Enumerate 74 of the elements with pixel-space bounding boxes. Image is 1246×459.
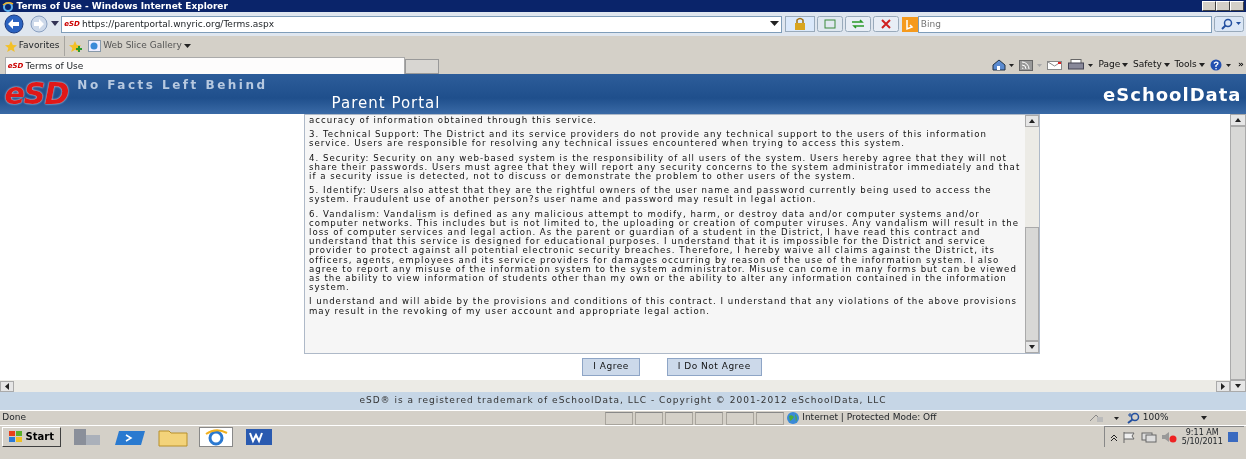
status-pane bbox=[665, 411, 693, 425]
scroll-up-icon[interactable] bbox=[1230, 114, 1246, 126]
search-icon[interactable] bbox=[1213, 16, 1244, 32]
dropdown-caret-icon[interactable] bbox=[770, 21, 779, 27]
clock[interactable]: 9:11 AM 5/10/2011 bbox=[1181, 428, 1223, 446]
command-menu[interactable]: Safety bbox=[1132, 58, 1170, 72]
status-pane bbox=[695, 411, 724, 425]
star-icon bbox=[4, 40, 17, 52]
window-title: Terms of Use - Windows Internet Explorer bbox=[16, 0, 228, 12]
status-pane bbox=[725, 411, 754, 425]
show-desktop-icon[interactable] bbox=[1227, 430, 1240, 444]
restore-button[interactable] bbox=[1215, 1, 1230, 11]
add-favorite-icon[interactable] bbox=[69, 40, 84, 52]
home-icon[interactable] bbox=[992, 59, 1015, 71]
terms-paragraph: 6. Vandalism: Vandalism is defined as any malicious attempt to modify, harm, or destroy data and/or computer systems and/or computer networks. This includes but is not limited to, the uploading or creation of computer viruses. Any vandalism will result in the loss of computer services and legal action. As the parent or guardian of a student in the District, I have read this contract and understand that this service is designed for educational purposes. I understand that it is impossible for the District and service provider to protect against all potential electronic security breaches. Therefore, I hereby waive all claims against the District, its officers, agents, employees and its service providers for damages occurring by reason of the use of the information system. I also agree to report any misuse of the information system to the system administrator. Misuse can come in many forms but can be viewed as the ability to view information of students other than my own or the ability to alter any information contained in the information system. bbox=[309, 209, 1020, 293]
scroll-right-icon[interactable] bbox=[1216, 380, 1230, 392]
dropdown-caret-icon[interactable] bbox=[50, 21, 59, 27]
favorites-button[interactable]: Favorites bbox=[4, 39, 60, 53]
scroll-down-icon[interactable] bbox=[1025, 341, 1039, 353]
scroll-down-icon[interactable] bbox=[1230, 380, 1246, 392]
site-logo: eSD bbox=[4, 77, 69, 111]
terms-paragraph: 4. Security: Security on any web-based system is the responsibility of all users of the system. Users hereby agree that they will not share their passwords. Users must agree that they will report any security concerns to the system administrator immediately and that if a security issue is detected, not to discuss or demonstrate the problem to other users of the system. bbox=[309, 153, 1021, 182]
terms-paragraph: 5. Identify: Users also attest that they are the rightful owners of the user name and password currently being used to access the system. Fraudulent use of another person?s user name and password may result in legal action. bbox=[309, 186, 993, 205]
start-button[interactable]: Start bbox=[2, 426, 61, 447]
command-menu[interactable]: Tools bbox=[1174, 58, 1205, 72]
caret-icon bbox=[1164, 63, 1170, 67]
zoom-control[interactable]: 100% bbox=[1126, 411, 1207, 425]
status-pane bbox=[755, 411, 784, 425]
feed-icon[interactable] bbox=[1018, 59, 1043, 71]
terms-paragraph: accuracy of information obtained through this service. bbox=[309, 116, 598, 126]
status-pane bbox=[634, 411, 663, 425]
browser-logo-icon[interactable] bbox=[198, 426, 233, 447]
web-page-icon bbox=[87, 40, 101, 52]
flag-icon[interactable] bbox=[1122, 431, 1137, 443]
status-pane bbox=[604, 411, 633, 425]
back-button[interactable] bbox=[2, 14, 27, 34]
close-button[interactable] bbox=[1229, 1, 1244, 11]
bing-logo-icon bbox=[901, 16, 918, 32]
caret-icon bbox=[184, 44, 191, 48]
scroll-up-icon[interactable] bbox=[1025, 115, 1039, 127]
caret-icon bbox=[1200, 416, 1207, 420]
terms-scrollbar[interactable] bbox=[1025, 115, 1039, 353]
minimize-button[interactable] bbox=[1201, 1, 1216, 11]
agree-button[interactable]: I Agree bbox=[582, 358, 640, 376]
scroll-thumb[interactable] bbox=[1025, 227, 1039, 341]
command-menu[interactable]: Page bbox=[1098, 58, 1129, 72]
zoom-icon bbox=[1126, 412, 1141, 424]
terms-paragraph: 3. Technical Support: The District and its service providers do not provide any technical support to the users of this information service. Users are responsible for resolving any technical issues encountered when trying to access this system. bbox=[309, 130, 988, 149]
globe-icon bbox=[786, 411, 800, 425]
chevron-up-icon[interactable] bbox=[1109, 433, 1118, 441]
status-text: Done bbox=[2, 411, 27, 425]
web-slice-gallery-link[interactable]: Web Slice Gallery bbox=[87, 39, 191, 53]
overflow-chevron[interactable]: » bbox=[1237, 58, 1244, 72]
scroll-left-icon[interactable] bbox=[0, 380, 14, 392]
help-icon[interactable] bbox=[1209, 59, 1234, 71]
search-field[interactable]: Bing bbox=[917, 15, 1212, 33]
stop-icon[interactable] bbox=[873, 16, 900, 32]
terms-paragraph: I understand and will abide by the provisions and conditions of this contract. I understand that any violations of the above provisions may result in the revoking of my user account and appropriate legal action. bbox=[309, 297, 1018, 316]
mail-icon[interactable] bbox=[1047, 59, 1064, 71]
caret-icon bbox=[1198, 63, 1205, 67]
browser-logo-icon bbox=[2, 0, 15, 12]
security-zone[interactable]: Internet | Protected Mode: Off bbox=[786, 411, 1086, 425]
tagline: No Facts Left Behind bbox=[77, 77, 268, 95]
padlock-icon bbox=[784, 16, 815, 32]
portal-title: Parent Portal bbox=[331, 92, 441, 114]
copyright-text: eSD® is a registered trademark of eSchoolData, LLC - Copyright © 2001-2012 eSchoolData, LLC bbox=[359, 394, 887, 408]
printer-icon[interactable] bbox=[1067, 59, 1094, 71]
brand-name: eSchoolData bbox=[1103, 82, 1242, 107]
speaker-muted-icon[interactable] bbox=[1161, 431, 1178, 443]
windows-logo-icon bbox=[9, 430, 24, 443]
url-text: https://parentportal.wnyric.org/Terms.aspx bbox=[82, 17, 274, 31]
caret-icon bbox=[1122, 63, 1129, 67]
disagree-button[interactable]: I Do Not Agree bbox=[666, 358, 762, 376]
network-icon[interactable] bbox=[1140, 431, 1157, 443]
